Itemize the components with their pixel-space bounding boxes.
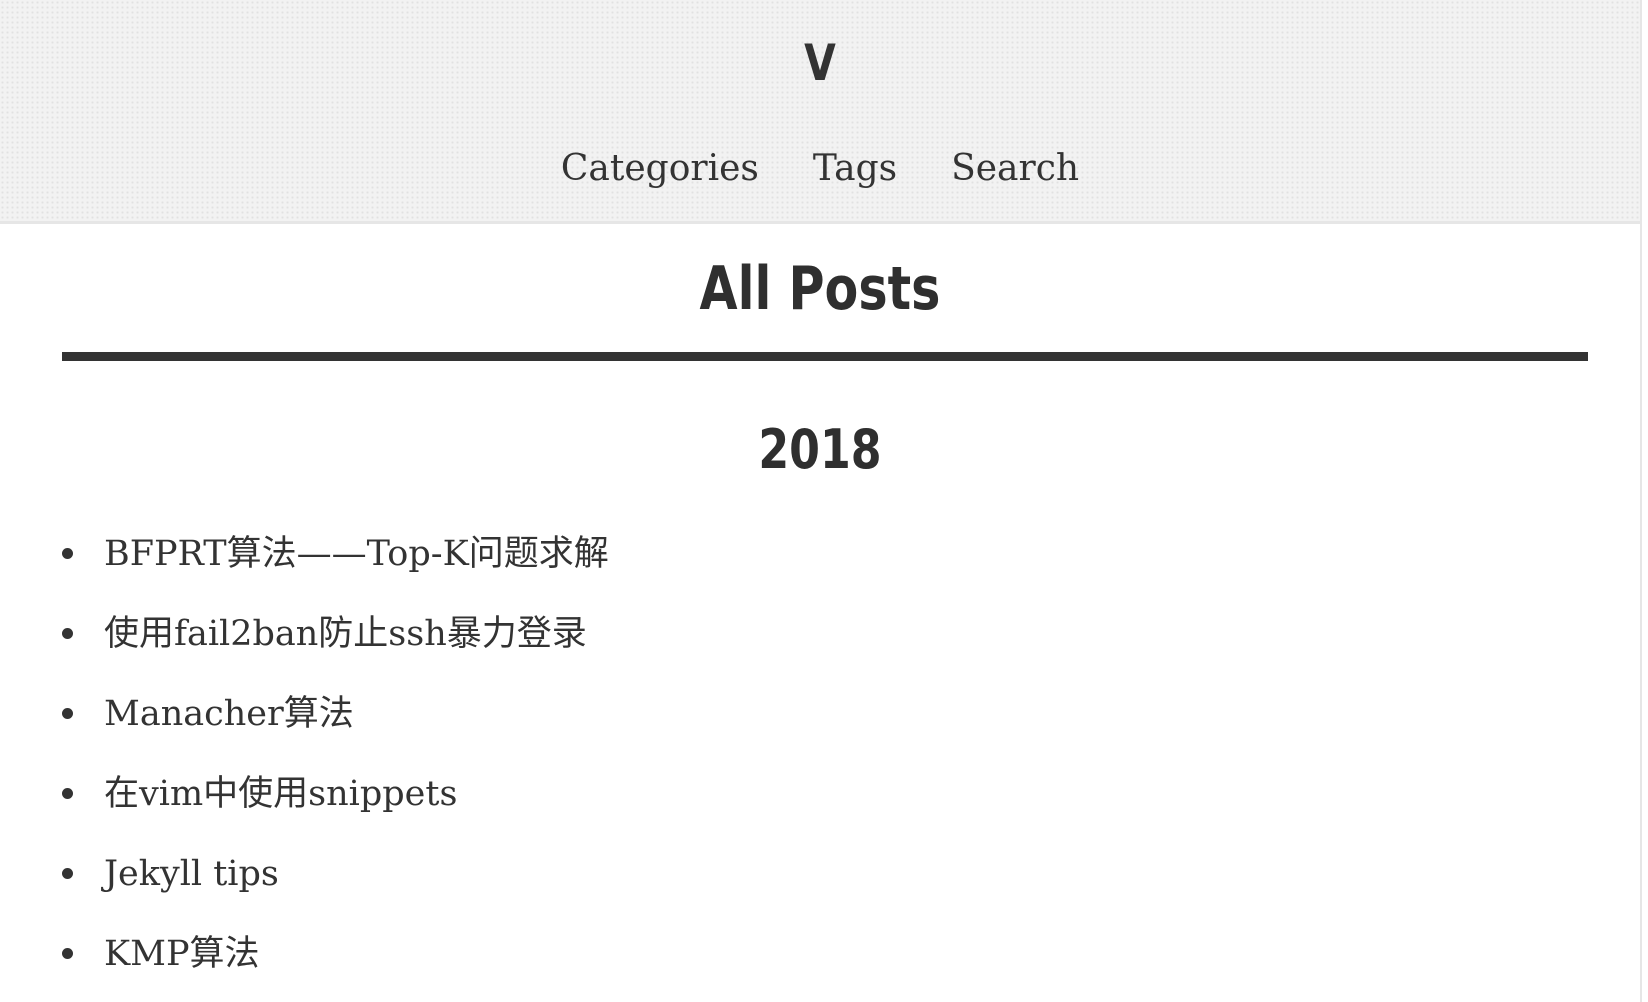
post-link[interactable]: Jekyll tips xyxy=(104,834,279,914)
main-nav: Categories Tags Search xyxy=(0,142,1640,196)
list-item: BFPRT算法——Top-K问题求解 xyxy=(62,514,1462,594)
bullet-icon xyxy=(62,708,73,719)
nav-link-search[interactable]: Search xyxy=(951,142,1079,196)
site-header: V Categories Tags Search xyxy=(0,0,1640,224)
page-right-border xyxy=(1640,0,1642,1002)
year-heading: 2018 xyxy=(758,418,882,481)
bullet-icon xyxy=(62,628,73,639)
nav-link-categories[interactable]: Categories xyxy=(561,142,759,196)
post-link[interactable]: 在vim中使用snippets xyxy=(104,754,457,834)
post-link[interactable]: KMP算法 xyxy=(104,914,260,994)
post-link[interactable]: Manacher算法 xyxy=(104,674,354,754)
title-divider xyxy=(62,352,1588,361)
nav-link-tags[interactable]: Tags xyxy=(813,142,897,196)
page-title: All Posts xyxy=(699,254,941,324)
post-link[interactable]: BFPRT算法——Top-K问题求解 xyxy=(104,514,609,594)
list-item: 在vim中使用snippets xyxy=(62,754,1462,834)
main-content: All Posts 2018 BFPRT算法——Top-K问题求解 使用fail… xyxy=(0,224,1640,1002)
bullet-icon xyxy=(62,788,73,799)
site-title[interactable]: V xyxy=(148,28,1493,98)
list-item: KMP算法 xyxy=(62,914,1462,994)
list-item: Manacher算法 xyxy=(62,674,1462,754)
bullet-icon xyxy=(62,548,73,559)
list-item: 使用fail2ban防止ssh暴力登录 xyxy=(62,594,1462,674)
bullet-icon xyxy=(62,948,73,959)
bullet-icon xyxy=(62,868,73,879)
post-link[interactable]: 使用fail2ban防止ssh暴力登录 xyxy=(104,594,587,674)
list-item: Jekyll tips xyxy=(62,834,1462,914)
post-list: BFPRT算法——Top-K问题求解 使用fail2ban防止ssh暴力登录 M… xyxy=(62,514,1462,994)
